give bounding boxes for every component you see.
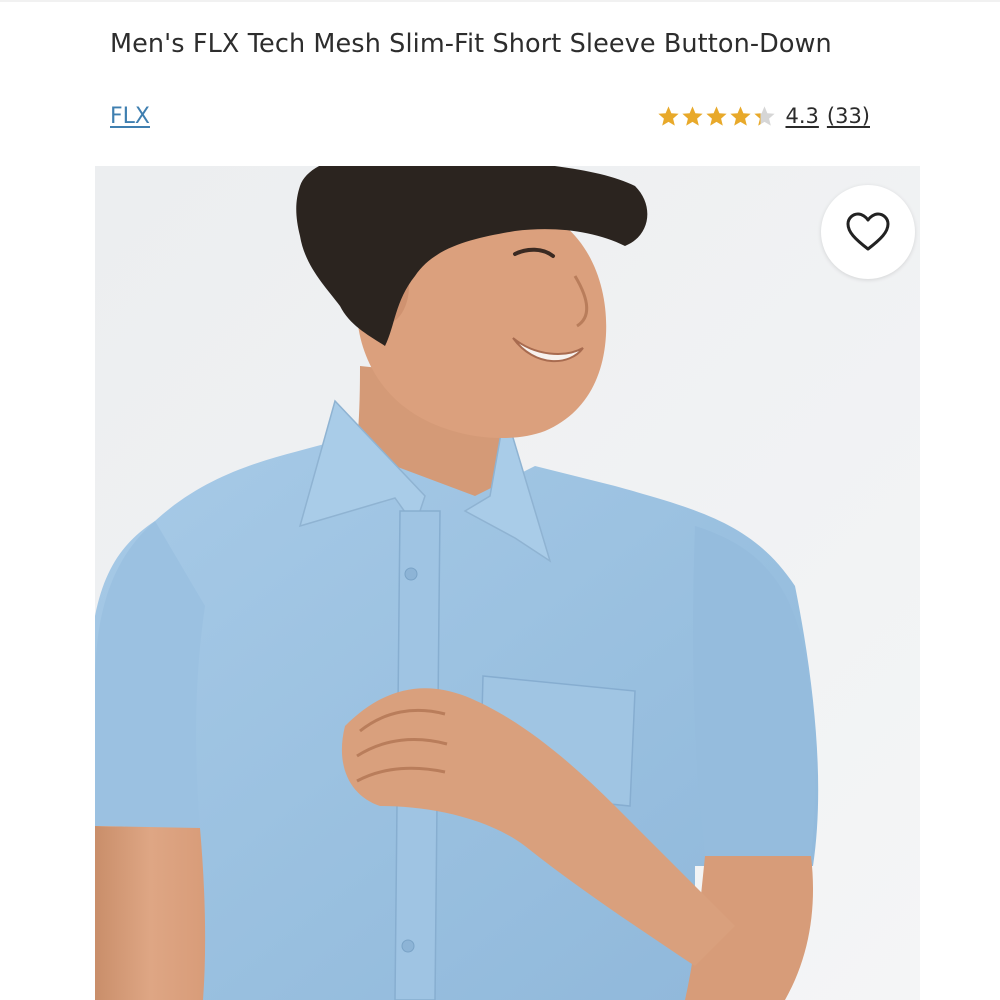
product-image[interactable] [95, 166, 920, 1000]
star-icon [706, 106, 728, 126]
brand-link[interactable]: FLX [110, 104, 150, 129]
favorite-button[interactable] [821, 185, 915, 279]
rating-count: (33) [826, 104, 870, 128]
product-title: Men's FLX Tech Mesh Slim-Fit Short Sleev… [110, 29, 832, 59]
rating-value: 4.3 [785, 104, 819, 128]
product-photo [95, 166, 920, 1000]
star-icon [658, 106, 680, 126]
star-icon [730, 106, 752, 126]
star-icon [754, 106, 776, 126]
top-divider [0, 0, 1000, 2]
rating-stars [657, 105, 776, 127]
star-icon [682, 106, 704, 126]
rating-summary-link[interactable]: 4.3 (33) [785, 104, 870, 128]
product-rating[interactable]: 4.3 (33) [657, 104, 870, 128]
heart-outline-icon [846, 212, 890, 251]
